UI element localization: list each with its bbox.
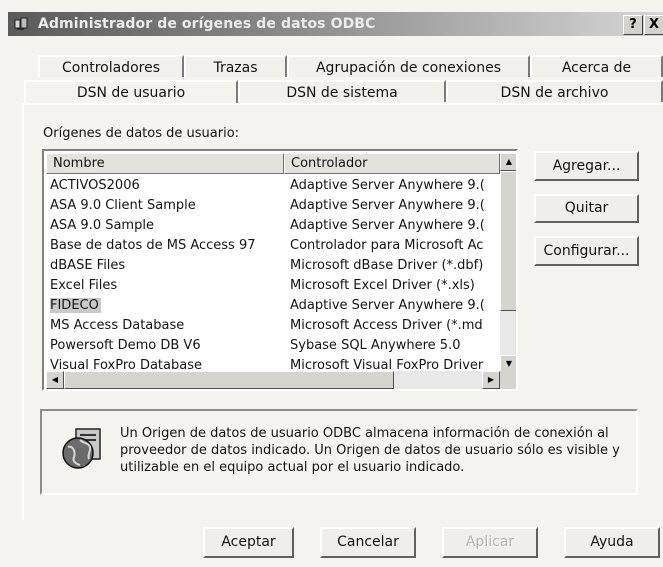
close-button[interactable]: X	[644, 15, 663, 35]
row-name: Excel Files	[50, 278, 118, 293]
apply-button[interactable]: Aplicar	[442, 527, 538, 558]
help-footer-button[interactable]: Ayuda	[564, 527, 660, 558]
tab-dsn-usuario[interactable]: DSN de usuario	[24, 80, 238, 105]
scroll-left-arrow-icon[interactable]: ◀	[46, 371, 64, 389]
tab-controladores[interactable]: Controladores	[38, 55, 184, 77]
row-driver: Microsoft Access Driver (*.md	[290, 318, 483, 333]
tab-agrupacion-conexiones[interactable]: Agrupación de conexiones	[287, 55, 530, 77]
row-name: Base de datos de MS Access 97	[50, 238, 256, 253]
cancel-button[interactable]: Cancelar	[320, 527, 416, 558]
vertical-scrollbar[interactable]: ▲ ▼	[500, 153, 516, 373]
row-driver: Sybase SQL Anywhere 5.0	[290, 338, 461, 353]
title-bar[interactable]: Administrador de orígenes de datos ODBC …	[8, 12, 663, 36]
database-globe-icon	[62, 428, 101, 469]
row-driver: Adaptive Server Anywhere 9.(	[290, 198, 485, 213]
row-name: ACTIVOS2006	[50, 178, 140, 193]
row-driver: Microsoft Excel Driver (*.xls)	[290, 278, 475, 293]
row-name: ASA 9.0 Sample	[50, 218, 154, 233]
row-driver: Microsoft dBase Driver (*.dbf)	[290, 258, 484, 273]
ok-button[interactable]: Aceptar	[203, 527, 294, 558]
row-name: Powersoft Demo DB V6	[50, 338, 201, 353]
scroll-up-arrow-icon[interactable]: ▲	[500, 153, 516, 171]
row-driver: Adaptive Server Anywhere 9.(	[290, 178, 485, 193]
row-name: ASA 9.0 Client Sample	[50, 198, 196, 213]
row-driver: Adaptive Server Anywhere 9.(	[290, 218, 485, 233]
scroll-corner	[500, 371, 516, 389]
row-driver: Adaptive Server Anywhere 9.(	[290, 298, 485, 313]
tab-dsn-archivo[interactable]: DSN de archivo	[446, 80, 663, 102]
vertical-scroll-thumb[interactable]	[500, 171, 516, 311]
tab-trazas[interactable]: Trazas	[184, 55, 287, 77]
row-name: FIDECO	[50, 298, 101, 313]
tab-acerca-de[interactable]: Acerca de	[530, 55, 663, 77]
row-name: dBASE Files	[50, 258, 126, 273]
list-caption: Orígenes de datos de usuario:	[43, 126, 240, 141]
add-button[interactable]: Agregar...	[534, 151, 639, 181]
odbc-app-icon	[14, 17, 28, 30]
remove-button[interactable]: Quitar	[534, 194, 639, 223]
tab-dsn-sistema[interactable]: DSN de sistema	[238, 80, 446, 102]
scroll-right-arrow-icon[interactable]: ▶	[482, 371, 500, 389]
row-name: MS Access Database	[50, 318, 185, 333]
horizontal-scroll-thumb[interactable]	[64, 371, 394, 389]
data-source-list[interactable]: Nombre Controlador ACTIVOS2006 Adaptive …	[42, 149, 518, 391]
row-driver: Controlador para Microsoft Ac	[290, 238, 484, 253]
configure-button[interactable]: Configurar...	[534, 236, 639, 266]
info-text: Un Origen de datos de usuario ODBC almac…	[120, 426, 620, 475]
horizontal-scrollbar[interactable]: ◀ ▶	[46, 371, 500, 389]
column-header-controlador[interactable]: Controlador	[284, 153, 500, 174]
column-header-nombre[interactable]: Nombre	[46, 153, 284, 174]
info-panel: Un Origen de datos de usuario ODBC almac…	[40, 409, 638, 495]
window-title: Administrador de orígenes de datos ODBC	[38, 16, 376, 32]
help-button[interactable]: ?	[623, 15, 643, 35]
